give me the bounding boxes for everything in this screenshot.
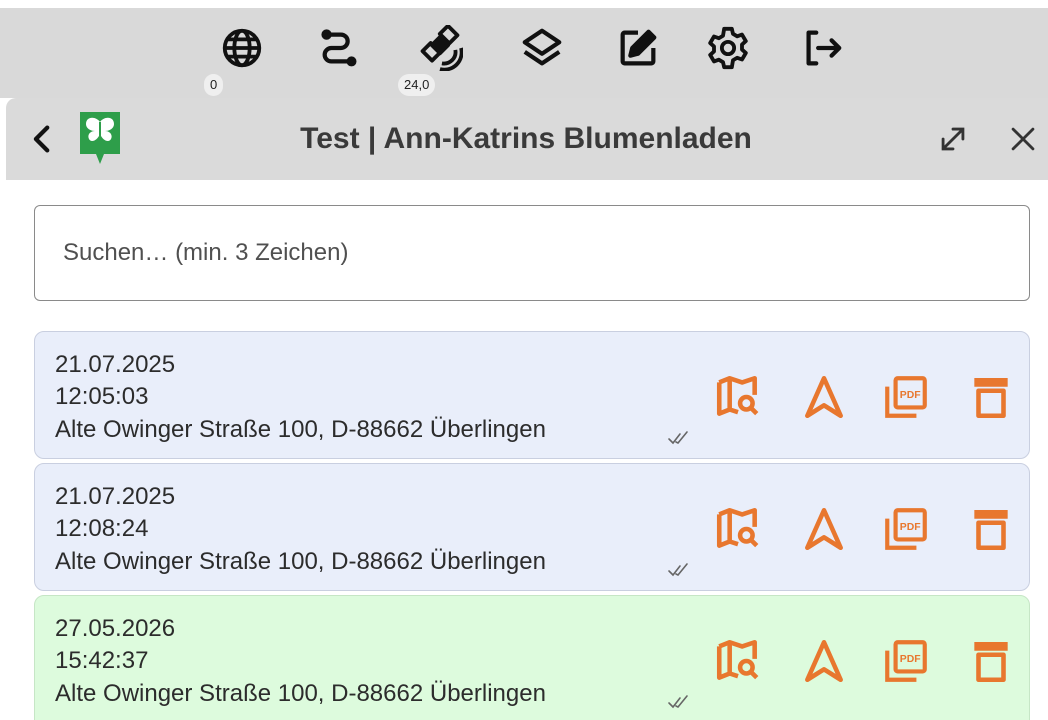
route-icon[interactable]: [314, 22, 366, 74]
double-check-icon: [668, 695, 688, 709]
entry-date: 27.05.2026: [55, 615, 176, 642]
app-page: 0 24,0 Test | Ann-Katrins Blumenladen Su…: [0, 0, 1048, 720]
trash-icon[interactable]: [964, 370, 1018, 424]
double-check-icon: [668, 563, 688, 577]
top-toolbar: 0 24,0: [0, 8, 1048, 98]
pdf-icon[interactable]: PDF: [879, 502, 933, 556]
entry-address: Alte Owinger Straße 100, D-88662 Überlin…: [55, 548, 546, 575]
panel-header: Test | Ann-Katrins Blumenladen: [6, 98, 1048, 180]
svg-text:PDF: PDF: [900, 522, 921, 533]
map-search-icon[interactable]: [711, 502, 765, 556]
trash-icon[interactable]: [964, 634, 1018, 688]
entry-time: 15:42:37: [55, 647, 149, 674]
navigate-icon[interactable]: [797, 502, 851, 556]
entry-time: 12:08:24: [55, 515, 149, 542]
search-input[interactable]: [34, 205, 1030, 301]
list-item[interactable]: 27.05.2026 15:42:37 Alte Owinger Straße …: [34, 595, 1030, 720]
entry-address: Alte Owinger Straße 100, D-88662 Überlin…: [55, 680, 546, 707]
svg-text:PDF: PDF: [900, 390, 921, 401]
edit-icon[interactable]: [612, 22, 664, 74]
navigate-icon[interactable]: [797, 370, 851, 424]
pdf-icon[interactable]: PDF: [879, 370, 933, 424]
close-icon[interactable]: [1006, 122, 1040, 156]
entry-date: 21.07.2025: [55, 483, 176, 510]
map-search-icon[interactable]: [711, 370, 765, 424]
expand-icon[interactable]: [936, 122, 970, 156]
map-search-icon[interactable]: [711, 634, 765, 688]
settings-gear-icon[interactable]: [702, 22, 754, 74]
entry-time: 12:05:03: [55, 383, 149, 410]
pdf-icon[interactable]: PDF: [879, 634, 933, 688]
back-chevron-icon[interactable]: [26, 122, 60, 156]
butterfly-logo-icon: [78, 110, 122, 168]
gps-satellite-icon[interactable]: [414, 22, 466, 74]
list-item[interactable]: 21.07.2025 12:08:24 Alte Owinger Straße …: [34, 463, 1030, 591]
panel-title: Test | Ann-Katrins Blumenladen: [300, 122, 752, 155]
logout-icon[interactable]: [796, 22, 848, 74]
list-item[interactable]: 21.07.2025 12:05:03 Alte Owinger Straße …: [34, 331, 1030, 459]
trash-icon[interactable]: [964, 502, 1018, 556]
entry-address: Alte Owinger Straße 100, D-88662 Überlin…: [55, 416, 546, 443]
gps-accuracy-badge: 24,0: [398, 74, 436, 96]
layers-icon[interactable]: [516, 22, 568, 74]
svg-text:PDF: PDF: [900, 654, 921, 665]
navigate-icon[interactable]: [797, 634, 851, 688]
entry-date: 21.07.2025: [55, 351, 176, 378]
globe-icon[interactable]: [216, 22, 268, 74]
globe-badge: 0: [204, 74, 224, 96]
double-check-icon: [668, 431, 688, 445]
